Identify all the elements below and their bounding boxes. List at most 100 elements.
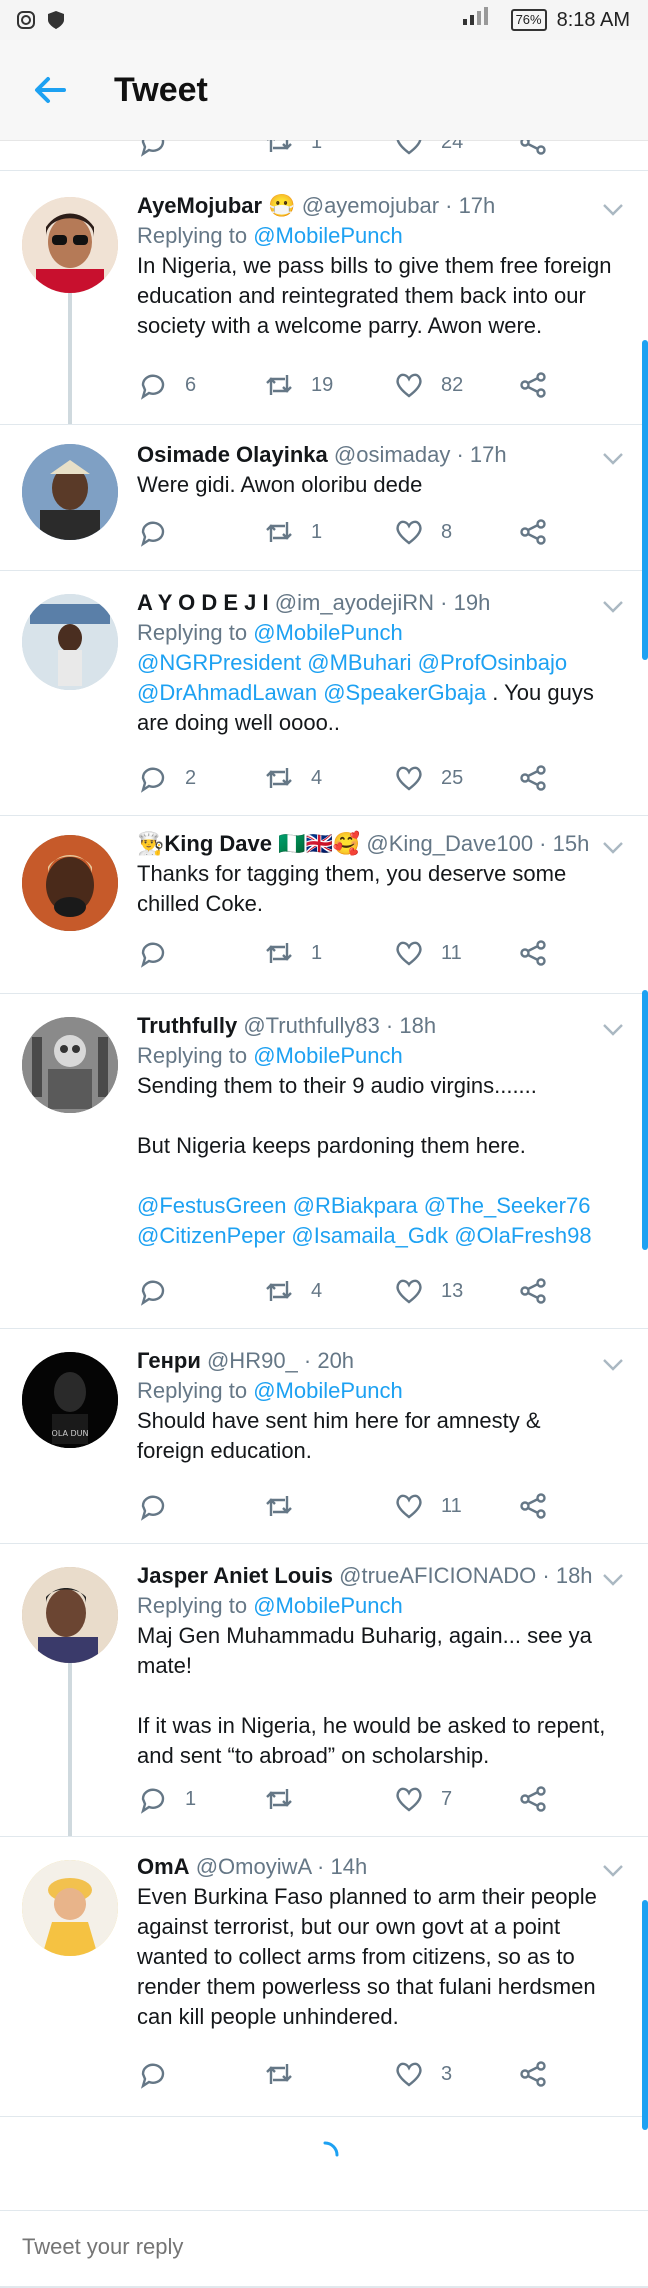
- tweet[interactable]: AyeMojubar 😷 @ayemojubar · 17h Replying …: [0, 171, 648, 425]
- retweet-count: 4: [311, 1279, 323, 1302]
- like-count: 8: [441, 520, 453, 543]
- reply-button[interactable]: 2: [137, 762, 196, 794]
- tweet-header: OmA @OmoyiwA · 14h: [137, 1852, 612, 1882]
- share-button[interactable]: [517, 2058, 549, 2090]
- avatar[interactable]: [22, 197, 118, 293]
- retweet-count: 4: [311, 766, 323, 789]
- like-button[interactable]: 82: [393, 369, 463, 401]
- avatar[interactable]: [22, 835, 118, 931]
- like-button[interactable]: 3: [393, 2058, 452, 2090]
- replying-to-link[interactable]: @MobilePunch: [253, 1043, 403, 1068]
- retweet-count: 19: [311, 373, 334, 396]
- reply-button[interactable]: [137, 1275, 185, 1307]
- retweet-count: 1: [311, 140, 323, 153]
- like-button[interactable]: 25: [393, 762, 463, 794]
- reply-button[interactable]: 6: [137, 369, 196, 401]
- reply-button[interactable]: [137, 2058, 185, 2090]
- retweet-button[interactable]: 4: [263, 762, 322, 794]
- like-count: 24: [441, 140, 464, 153]
- reply-button[interactable]: [137, 516, 185, 548]
- share-button[interactable]: [517, 369, 549, 401]
- share-button[interactable]: [517, 937, 549, 969]
- avatar[interactable]: [22, 1860, 118, 1956]
- tweet[interactable]: Osimade Olayinka @osimaday · 17h Were gi…: [0, 424, 648, 571]
- tweet[interactable]: Truthfully @Truthfully83 · 18h Replying …: [0, 993, 648, 1329]
- retweet-button[interactable]: 19: [263, 369, 333, 401]
- share-button[interactable]: [517, 1490, 549, 1522]
- like-button[interactable]: 8: [393, 516, 452, 548]
- chevron-down-icon[interactable]: [602, 1864, 624, 1878]
- avatar[interactable]: OLA DUN: [22, 1352, 118, 1448]
- author-name[interactable]: AyeMojubar 😷: [137, 193, 296, 218]
- loading-spinner-icon: [323, 2141, 339, 2157]
- chevron-down-icon[interactable]: [602, 600, 624, 614]
- author-name[interactable]: A Y O D E J I: [137, 590, 269, 615]
- author-name[interactable]: 👨‍🍳King Dave 🇳🇬🇬🇧🥰: [137, 831, 360, 856]
- avatar[interactable]: [22, 1567, 118, 1663]
- scroll-indicator[interactable]: [642, 990, 648, 1250]
- share-button[interactable]: [517, 1275, 549, 1307]
- like-count: 13: [441, 1279, 464, 1302]
- like-count: 7: [441, 1787, 453, 1810]
- tweet[interactable]: OLA DUN Генри @HR90_ · 20h Replying to @…: [0, 1328, 648, 1544]
- avatar[interactable]: [22, 594, 118, 690]
- retweet-button[interactable]: 4: [263, 1275, 322, 1307]
- like-button[interactable]: 24: [393, 140, 463, 158]
- avatar[interactable]: [22, 1017, 118, 1113]
- like-count: 11: [441, 941, 462, 964]
- chevron-down-icon[interactable]: [602, 1358, 624, 1372]
- like-button[interactable]: 7: [393, 1783, 452, 1815]
- author-name[interactable]: Osimade Olayinka: [137, 442, 328, 467]
- tweet-text: Sending them to their 9 audio virgins...…: [137, 1073, 592, 1248]
- share-button[interactable]: [517, 140, 549, 158]
- like-button[interactable]: 11: [393, 1490, 462, 1522]
- share-button[interactable]: [517, 516, 549, 548]
- author-handle: @trueAFICIONADO · 18h: [339, 1563, 593, 1588]
- retweet-button[interactable]: [263, 1490, 311, 1522]
- retweet-button[interactable]: 1: [263, 140, 322, 158]
- scroll-indicator[interactable]: [642, 1900, 648, 2130]
- reply-button[interactable]: [137, 140, 169, 158]
- chevron-down-icon[interactable]: [602, 841, 624, 855]
- like-button[interactable]: 11: [393, 937, 462, 969]
- like-button[interactable]: 13: [393, 1275, 463, 1307]
- chevron-down-icon[interactable]: [602, 1573, 624, 1587]
- reply-input[interactable]: [20, 2233, 584, 2261]
- retweet-button[interactable]: 1: [263, 516, 322, 548]
- author-name[interactable]: Truthfully: [137, 1013, 237, 1038]
- author-handle: @King_Dave100 · 15h: [366, 831, 590, 856]
- tweet[interactable]: Jasper Aniet Louis @trueAFICIONADO · 18h…: [0, 1543, 648, 1837]
- avatar[interactable]: [22, 444, 118, 540]
- mentions[interactable]: @FestusGreen @RBiakpara @The_Seeker76 @C…: [137, 1193, 592, 1248]
- reply-button[interactable]: [137, 1490, 185, 1522]
- reply-count: 1: [185, 1787, 197, 1810]
- app-bar: Tweet: [0, 40, 648, 141]
- chevron-down-icon[interactable]: [602, 452, 624, 466]
- share-button[interactable]: [517, 1783, 549, 1815]
- share-button[interactable]: [517, 762, 549, 794]
- retweet-button[interactable]: 1: [263, 937, 322, 969]
- replying-to-link[interactable]: @MobilePunch: [253, 1378, 403, 1403]
- chevron-down-icon[interactable]: [602, 203, 624, 217]
- author-name[interactable]: OmA: [137, 1854, 190, 1879]
- replying-to-link[interactable]: @MobilePunch: [253, 1593, 403, 1618]
- tweet[interactable]: A Y O D E J I @im_ayodejiRN · 19h Replyi…: [0, 570, 648, 816]
- replying-to-link[interactable]: @MobilePunch: [253, 620, 403, 645]
- tweet[interactable]: 👨‍🍳King Dave 🇳🇬🇬🇧🥰 @King_Dave100 · 15h T…: [0, 815, 648, 994]
- retweet-button[interactable]: [263, 1783, 311, 1815]
- retweet-button[interactable]: [263, 2058, 311, 2090]
- chevron-down-icon[interactable]: [602, 1023, 624, 1037]
- reply-button[interactable]: 1: [137, 1783, 196, 1815]
- author-handle: @osimaday · 17h: [333, 442, 507, 467]
- like-count: 82: [441, 373, 464, 396]
- tweet-text: Maj Gen Muhammadu Buharig, again... see …: [137, 1623, 606, 1768]
- reply-button[interactable]: [137, 937, 185, 969]
- author-name[interactable]: Jasper Aniet Louis: [137, 1563, 333, 1588]
- author-name[interactable]: Генри: [137, 1348, 201, 1373]
- tweet[interactable]: OmA @OmoyiwA · 14h Even Burkina Faso pla…: [0, 1836, 648, 2117]
- replying-to-link[interactable]: @MobilePunch: [253, 223, 403, 248]
- tweet-text: Even Burkina Faso planned to arm their p…: [137, 1884, 597, 2029]
- scroll-indicator[interactable]: [642, 340, 648, 660]
- back-arrow-icon[interactable]: [28, 68, 72, 112]
- tweet-actions: 3: [137, 2058, 557, 2094]
